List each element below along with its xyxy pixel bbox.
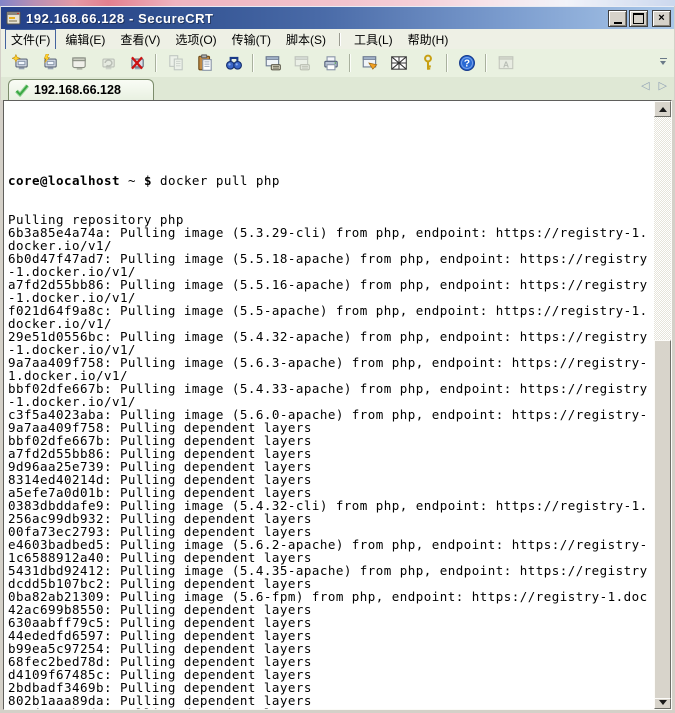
quick-connect-button[interactable] <box>37 51 62 75</box>
tab-strip: 192.168.66.128 ◁ ▷ <box>1 77 674 100</box>
prompt-user: core@localhost <box>8 173 120 188</box>
disconnect-icon <box>128 54 146 72</box>
session-options-icon <box>361 54 379 72</box>
menu-edit[interactable]: 编辑(E) <box>59 29 111 50</box>
toolbar-separator <box>485 54 487 72</box>
menu-separator <box>339 33 341 46</box>
menu-script[interactable]: 脚本(S) <box>280 29 332 50</box>
overflow-bar <box>660 58 667 59</box>
vertical-scrollbar[interactable] <box>654 101 671 709</box>
tab-label: 192.168.66.128 <box>34 83 121 97</box>
copy-button[interactable] <box>163 51 188 75</box>
menu-transfer[interactable]: 传输(T) <box>226 29 277 50</box>
quick-connect-icon <box>41 54 59 72</box>
help-icon: ? <box>458 54 476 72</box>
toolbar-separator <box>155 54 157 72</box>
svg-text:?: ? <box>463 59 469 70</box>
session-tab[interactable]: 192.168.66.128 <box>8 79 154 100</box>
maximize-button[interactable] <box>629 10 648 27</box>
title-bar: 192.168.66.128 - SecureCRT × <box>1 6 674 30</box>
svg-text:A: A <box>502 60 508 70</box>
reconnect-icon <box>99 54 117 72</box>
scroll-up-icon <box>659 107 667 112</box>
tab-scroll-left-icon[interactable]: ◁ <box>641 81 649 92</box>
find-icon <box>225 54 243 72</box>
chevron-down-icon <box>660 61 666 65</box>
toolbar-separator <box>446 54 448 72</box>
session-options-button[interactable] <box>357 51 382 75</box>
menu-file[interactable]: 文件(F) <box>5 29 56 50</box>
paste-icon <box>196 54 214 72</box>
connected-check-icon <box>15 84 29 97</box>
scroll-down-button[interactable] <box>654 698 671 709</box>
new-tab-icon <box>70 54 88 72</box>
minimize-icon <box>614 22 622 24</box>
new-tab-button[interactable] <box>66 51 91 75</box>
menu-options[interactable]: 选项(O) <box>169 29 222 50</box>
app-icon <box>6 11 22 27</box>
log-session-icon <box>264 54 282 72</box>
font-button[interactable]: A <box>493 51 518 75</box>
terminal-screen[interactable]: core@localhost ~ $ docker pull php Pulling … <box>4 101 654 709</box>
minimize-button[interactable] <box>608 10 627 27</box>
menu-help[interactable]: 帮助(H) <box>402 29 455 50</box>
menu-tools[interactable]: 工具(L) <box>348 29 399 50</box>
terminal-line: 7a0d03c7b9dc: Pulling dependent layers <box>8 707 654 709</box>
scrollbar-thumb[interactable] <box>654 340 671 701</box>
window-title: 192.168.66.128 - SecureCRT <box>26 11 214 26</box>
close-button[interactable]: × <box>652 10 671 27</box>
command-text: docker pull php <box>160 173 280 188</box>
tab-scroll-right-icon[interactable]: ▷ <box>659 81 667 92</box>
terminal-window: core@localhost ~ $ docker pull php Pulling … <box>3 100 672 710</box>
keymap-button[interactable] <box>386 51 411 75</box>
maximize-icon <box>633 13 644 24</box>
connect-button[interactable] <box>8 51 33 75</box>
menu-bar: 文件(F) 编辑(E) 查看(V) 选项(O) 传输(T) 脚本(S) 工具(L… <box>1 29 674 50</box>
key-button[interactable] <box>415 51 440 75</box>
prompt-line: core@localhost ~ $ docker pull php <box>8 174 654 187</box>
key-icon <box>419 54 437 72</box>
font-icon: A <box>497 54 515 72</box>
paste-button[interactable] <box>192 51 217 75</box>
raw-log-button[interactable] <box>289 51 314 75</box>
prompt-symbol: $ <box>144 173 152 188</box>
log-session-button[interactable] <box>260 51 285 75</box>
menu-view[interactable]: 查看(V) <box>114 29 166 50</box>
toolbar-overflow-button[interactable] <box>657 54 669 68</box>
scroll-down-icon <box>659 700 667 705</box>
toolbar-separator <box>252 54 254 72</box>
raw-log-icon <box>293 54 311 72</box>
disconnect-button[interactable] <box>124 51 149 75</box>
toolbar-separator <box>349 54 351 72</box>
print-button[interactable] <box>318 51 343 75</box>
connect-icon <box>12 54 30 72</box>
toolbar: ? A <box>1 49 674 78</box>
print-icon <box>322 54 340 72</box>
terminal-output: Pulling repository php6b3a85e4a74a: Pull… <box>8 213 654 709</box>
close-icon: × <box>658 13 664 24</box>
reconnect-button[interactable] <box>95 51 120 75</box>
find-button[interactable] <box>221 51 246 75</box>
help-button[interactable]: ? <box>454 51 479 75</box>
scroll-up-button[interactable] <box>654 101 671 117</box>
copy-icon <box>167 54 185 72</box>
keymap-icon <box>390 54 408 72</box>
prompt-cwd: ~ <box>128 173 136 188</box>
